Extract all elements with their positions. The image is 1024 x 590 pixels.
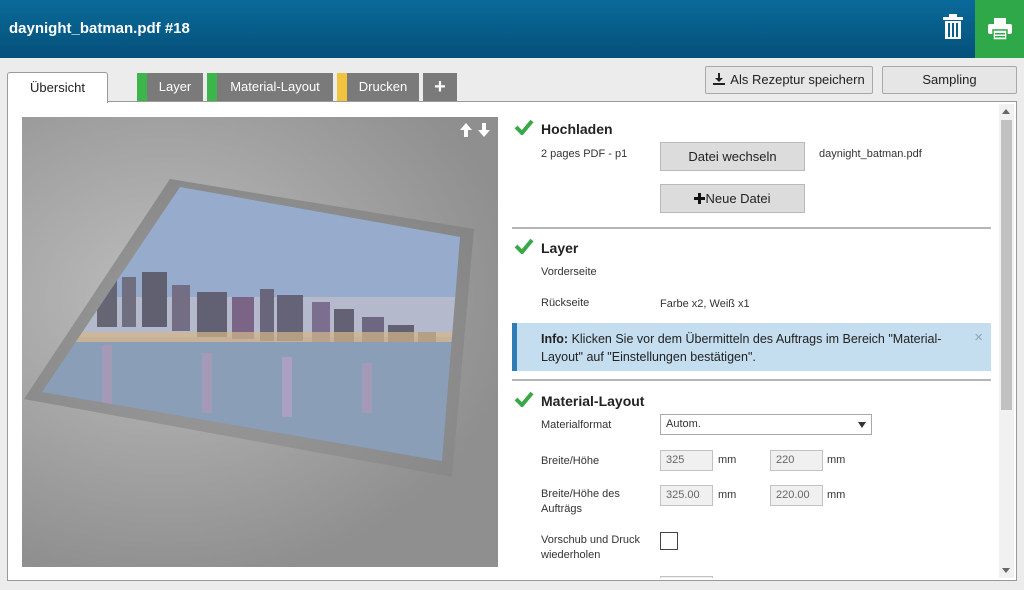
repeat-label: Vorschub und Druck wiederholen <box>541 534 641 561</box>
arrow-up-icon[interactable] <box>460 123 472 137</box>
upload-section-title: Hochladen <box>541 121 613 137</box>
tab-label: Material-Layout <box>230 79 320 94</box>
layer-section-title: Layer <box>541 240 579 256</box>
scroll-down-icon[interactable] <box>1002 568 1010 573</box>
printer-icon <box>987 18 1012 40</box>
chevron-down-icon <box>858 422 866 428</box>
size-label: Breite/Höhe <box>541 455 600 467</box>
document-title: daynight_batman.pdf #18 <box>9 20 190 37</box>
material-format-select[interactable]: Autom. <box>660 414 872 435</box>
new-file-label: Neue Datei <box>705 191 771 206</box>
width-unit: mm <box>718 454 737 466</box>
width-input[interactable]: 325 <box>660 450 713 471</box>
save-recipe-label: Als Rezeptur speichern <box>730 72 865 87</box>
front-side-label: Vorderseite <box>541 266 597 278</box>
tab-print[interactable]: Drucken <box>337 73 419 101</box>
partial-input[interactable] <box>660 576 713 578</box>
check-icon <box>514 238 534 254</box>
divider <box>512 379 991 381</box>
new-file-button[interactable]: Neue Datei <box>660 184 805 213</box>
status-marker <box>207 73 217 101</box>
check-icon <box>514 119 534 135</box>
job-height-unit: mm <box>827 489 846 501</box>
arrow-down-icon[interactable] <box>478 123 490 137</box>
info-label: Info: <box>541 332 569 346</box>
settings-content: Hochladen 2 pages PDF - p1 Datei wechsel… <box>512 108 991 578</box>
sampling-button[interactable]: Sampling <box>882 66 1017 94</box>
height-unit: mm <box>827 454 846 466</box>
status-marker <box>337 73 347 101</box>
file-name: daynight_batman.pdf <box>819 148 922 160</box>
info-text: Klicken Sie vor dem Übermitteln des Auft… <box>541 332 942 364</box>
height-input[interactable]: 220 <box>770 450 823 471</box>
tab-layer[interactable]: Layer <box>137 73 203 101</box>
add-tab-button[interactable]: + <box>423 73 457 101</box>
back-side-value: Farbe x2, Weiß x1 <box>660 298 750 310</box>
close-icon[interactable]: × <box>974 329 983 347</box>
material-format-label: Materialformat <box>541 419 612 431</box>
job-width-input[interactable]: 325.00 <box>660 485 713 506</box>
tab-label: Drucken <box>358 79 408 94</box>
app-header: daynight_batman.pdf #18 <box>0 0 1024 58</box>
job-size-label: Breite/Höhe des Aufträgs <box>541 488 620 515</box>
save-recipe-button[interactable]: Als Rezeptur speichern <box>705 66 873 94</box>
check-icon <box>514 391 534 407</box>
print-preview <box>22 117 498 567</box>
scroll-up-icon[interactable] <box>1002 109 1010 114</box>
print-button[interactable] <box>975 0 1024 58</box>
change-file-button[interactable]: Datei wechseln <box>660 142 805 171</box>
divider <box>512 227 991 229</box>
material-section-title: Material-Layout <box>541 393 645 409</box>
back-side-label: Rückseite <box>541 297 590 309</box>
download-icon <box>713 73 726 85</box>
job-height-input[interactable]: 220.00 <box>770 485 823 506</box>
tab-label: Layer <box>158 79 192 94</box>
preview-image <box>24 179 474 477</box>
tab-overview[interactable]: Übersicht <box>7 72 108 103</box>
tab-material-layout[interactable]: Material-Layout <box>207 73 333 101</box>
trash-icon <box>943 14 963 39</box>
info-alert: Info: Klicken Sie vor dem Übermitteln de… <box>512 323 991 371</box>
scroll-thumb[interactable] <box>1001 120 1012 410</box>
job-width-unit: mm <box>718 489 737 501</box>
plus-icon: + <box>434 76 446 98</box>
material-format-value: Autom. <box>666 418 701 430</box>
plus-icon <box>694 193 706 204</box>
scrollbar[interactable] <box>999 104 1014 578</box>
status-marker <box>137 73 147 101</box>
repeat-checkbox[interactable] <box>660 532 678 550</box>
delete-button[interactable] <box>936 10 970 44</box>
page-info: 2 pages PDF - p1 <box>541 148 628 160</box>
